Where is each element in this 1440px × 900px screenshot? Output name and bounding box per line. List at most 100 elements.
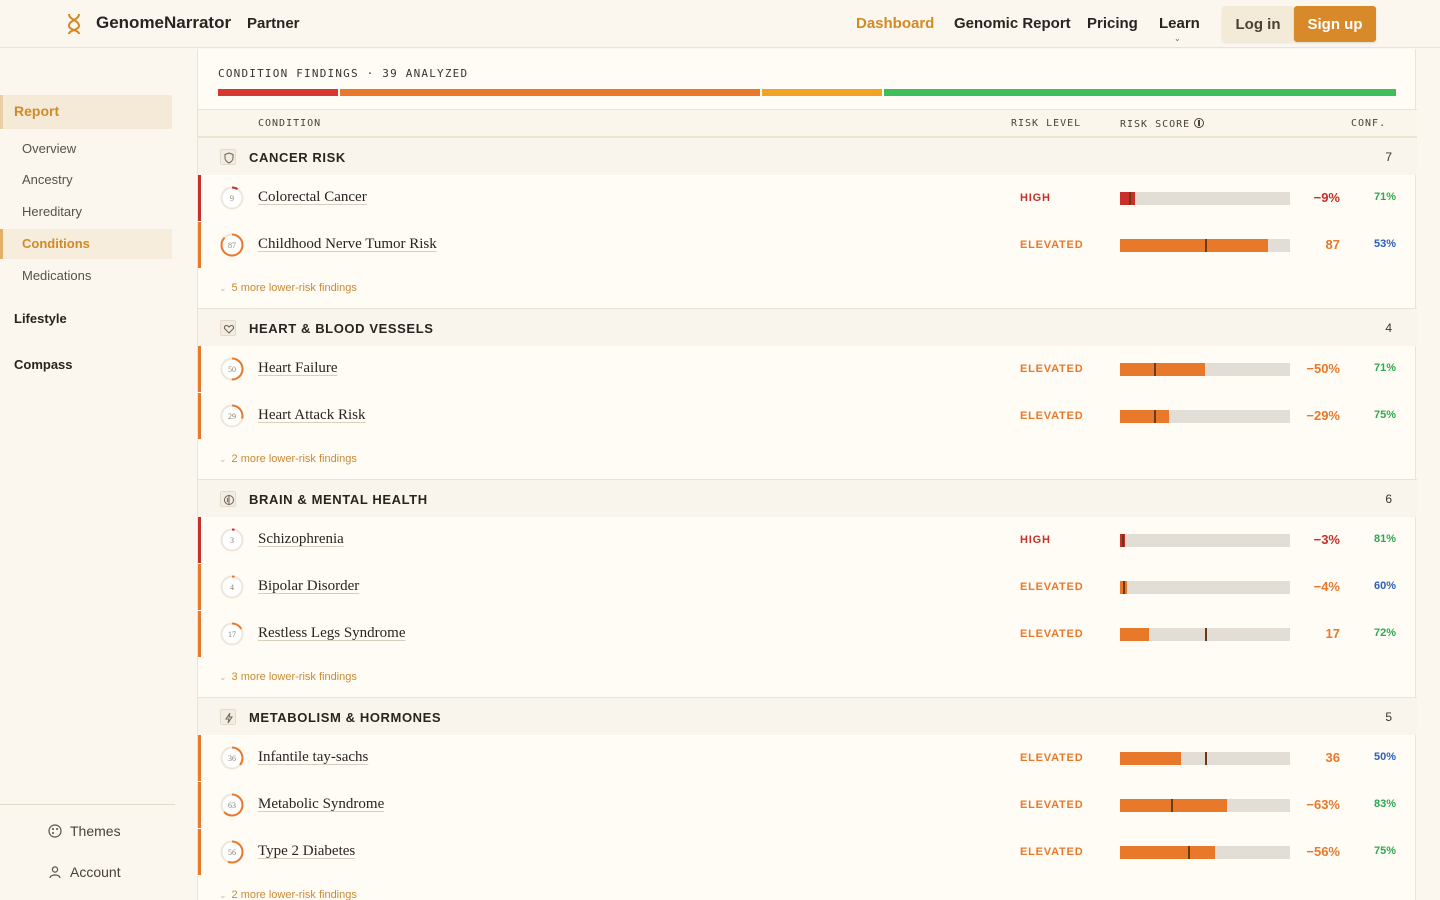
sidebar-section-lifestyle[interactable]: Lifestyle: [14, 311, 67, 326]
condition-name-link[interactable]: Heart Attack Risk: [258, 407, 365, 424]
risk-level-badge: ELEVATED: [1020, 581, 1084, 593]
condition-name-link[interactable]: Heart Failure: [258, 360, 338, 377]
table-row[interactable]: 17 Restless Legs Syndrome ELEVATED 17 72%: [198, 611, 1417, 658]
risk-accent-bar: [198, 393, 201, 439]
risk-level-badge: HIGH: [1020, 192, 1051, 204]
col-risk-score[interactable]: RISK SCORE: [1120, 118, 1205, 130]
more-findings-toggle[interactable]: ⌄ 2 more lower-risk findings: [219, 453, 357, 465]
category-label: BRAIN & MENTAL HEALTH: [249, 492, 428, 507]
category-header[interactable]: METABOLISM & HORMONES 5: [198, 697, 1417, 735]
sidebar-item-medications[interactable]: Medications: [22, 268, 91, 283]
sidebar-item-report[interactable]: Report: [0, 95, 172, 129]
user-icon: [49, 866, 61, 879]
risk-score-marker: [1205, 752, 1207, 765]
table-row[interactable]: 87 Childhood Nerve Tumor Risk ELEVATED 87 53…: [198, 222, 1417, 269]
chevron-down-icon: ⌄: [219, 673, 227, 683]
score-ring-value: 4: [230, 582, 234, 592]
table-row[interactable]: 56 Type 2 Diabetes ELEVATED −56% 75%: [198, 829, 1417, 876]
table-row[interactable]: 36 Infantile tay-sachs ELEVATED 36 50%: [198, 735, 1417, 782]
sidebar-item-hereditary[interactable]: Hereditary: [22, 204, 82, 219]
risk-score-fill: [1120, 846, 1216, 859]
col-risk-level[interactable]: RISK LEVEL: [1011, 118, 1081, 129]
risk-accent-bar: [198, 517, 201, 563]
distribution-segment-low: [884, 89, 1396, 96]
risk-accent-bar: [198, 564, 201, 610]
category-header[interactable]: BRAIN & MENTAL HEALTH 6: [198, 479, 1417, 517]
nav-genomic-report[interactable]: Genomic Report: [954, 15, 1071, 32]
risk-accent-bar: [198, 782, 201, 828]
chevron-down-icon: ⌄: [219, 284, 227, 294]
table-header: CONDITION RISK LEVEL RISK SCORE CONF.: [198, 109, 1417, 137]
table-row[interactable]: 63 Metabolic Syndrome ELEVATED −63% 83%: [198, 782, 1417, 829]
brain-icon: [220, 491, 236, 507]
risk-score-fill: [1120, 628, 1149, 641]
risk-score-marker: [1188, 846, 1190, 859]
sidebar-item-overview[interactable]: Overview: [22, 141, 76, 156]
risk-score-bar: [1120, 192, 1290, 205]
risk-score-marker: [1205, 239, 1207, 252]
risk-score-value: −50%: [1306, 361, 1340, 376]
confidence-value: 72%: [1373, 627, 1396, 639]
sidebar-item-conditions[interactable]: Conditions: [0, 229, 172, 259]
score-ring: 17: [219, 621, 245, 647]
col-condition[interactable]: CONDITION: [258, 118, 321, 129]
risk-score-value: 17: [1325, 626, 1340, 641]
risk-score-bar: [1120, 581, 1290, 594]
category-header[interactable]: HEART & BLOOD VESSELS 4: [198, 308, 1417, 346]
brand-name[interactable]: GenomeNarrator: [96, 13, 231, 33]
more-findings-toggle[interactable]: ⌄ 3 more lower-risk findings: [219, 671, 357, 683]
partner-link[interactable]: Partner: [247, 15, 300, 32]
more-findings-label: 5 more lower-risk findings: [231, 282, 357, 294]
condition-name-link[interactable]: Metabolic Syndrome: [258, 796, 384, 813]
condition-name-link[interactable]: Childhood Nerve Tumor Risk: [258, 236, 437, 253]
risk-accent-bar: [198, 222, 201, 268]
findings-title: CONDITION FINDINGS · 39 ANALYZED: [218, 67, 469, 80]
account-button[interactable]: Account: [48, 864, 121, 880]
login-button[interactable]: Log in: [1222, 6, 1294, 42]
condition-name-link[interactable]: Restless Legs Syndrome: [258, 625, 406, 642]
nav-learn[interactable]: Learn: [1159, 15, 1200, 32]
risk-score-marker: [1121, 534, 1124, 547]
nav-dashboard[interactable]: Dashboard: [856, 15, 934, 32]
score-ring: 50: [219, 356, 245, 382]
table-row[interactable]: 3 Schizophrenia HIGH −3% 81%: [198, 517, 1417, 564]
table-row[interactable]: 4 Bipolar Disorder ELEVATED −4% 60%: [198, 564, 1417, 611]
category-label: METABOLISM & HORMONES: [249, 710, 442, 725]
condition-name-link[interactable]: Infantile tay-sachs: [258, 749, 368, 766]
table-row[interactable]: 9 Colorectal Cancer HIGH −9% 71%: [198, 175, 1417, 222]
info-icon[interactable]: [1194, 118, 1205, 128]
condition-name-link[interactable]: Type 2 Diabetes: [258, 843, 355, 860]
signup-button[interactable]: Sign up: [1294, 6, 1376, 42]
risk-score-bar: [1120, 628, 1290, 641]
more-findings-toggle[interactable]: ⌄ 2 more lower-risk findings: [219, 889, 357, 900]
score-ring-value: 87: [228, 240, 236, 250]
risk-score-marker: [1205, 628, 1207, 641]
risk-score-fill: [1120, 799, 1228, 812]
nav-pricing[interactable]: Pricing: [1087, 15, 1138, 32]
sidebar: Report Overview Ancestry Hereditary Cond…: [0, 49, 196, 900]
table-row[interactable]: 50 Heart Failure ELEVATED −50% 71%: [198, 346, 1417, 393]
more-findings-toggle[interactable]: ⌄ 5 more lower-risk findings: [219, 282, 357, 294]
condition-name-link[interactable]: Schizophrenia: [258, 531, 344, 548]
condition-name-link[interactable]: Colorectal Cancer: [258, 189, 367, 206]
risk-level-badge: HIGH: [1020, 534, 1051, 546]
table-row[interactable]: 29 Heart Attack Risk ELEVATED −29% 75%: [198, 393, 1417, 440]
risk-score-bar: [1120, 410, 1290, 423]
dna-logo-icon[interactable]: [66, 12, 82, 36]
risk-score-marker: [1128, 192, 1131, 205]
more-findings-label: 2 more lower-risk findings: [231, 453, 357, 465]
risk-level-badge: ELEVATED: [1020, 628, 1084, 640]
chevron-down-icon: ⌄: [219, 455, 227, 465]
risk-score-marker: [1171, 799, 1173, 812]
sidebar-section-compass[interactable]: Compass: [14, 357, 73, 372]
distribution-segment-high: [218, 89, 338, 96]
category-header[interactable]: CANCER RISK 7: [198, 137, 1417, 175]
score-ring: 56: [219, 839, 245, 865]
sidebar-item-ancestry[interactable]: Ancestry: [22, 172, 73, 187]
col-conf[interactable]: CONF.: [1351, 118, 1386, 129]
chevron-down-icon[interactable]: ⌄: [1174, 34, 1181, 43]
condition-name-link[interactable]: Bipolar Disorder: [258, 578, 359, 595]
confidence-value: 71%: [1373, 191, 1396, 203]
risk-accent-bar: [198, 175, 201, 221]
themes-button[interactable]: Themes: [48, 823, 121, 839]
